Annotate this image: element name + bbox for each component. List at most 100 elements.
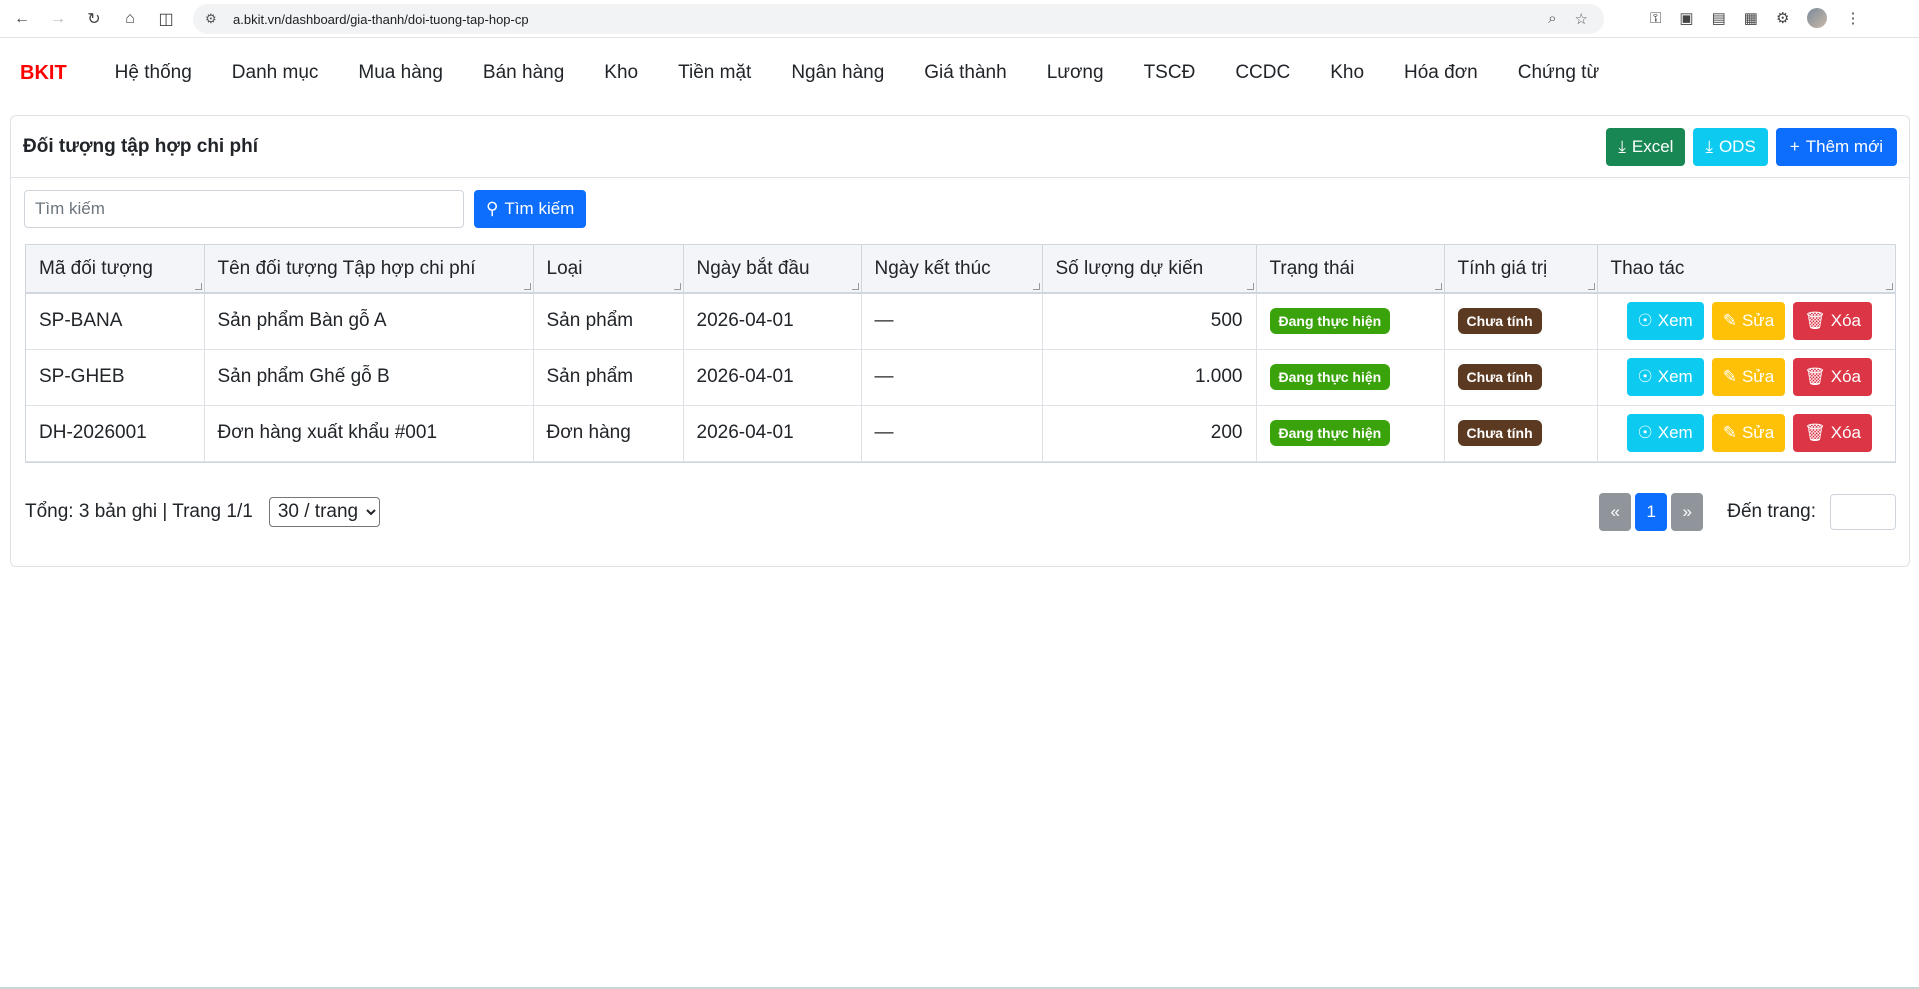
nav-item-kho-2[interactable]: Kho [1330, 62, 1364, 84]
pencil-icon: ✎ [1722, 311, 1737, 331]
brand-logo[interactable]: BKIT [20, 62, 67, 85]
view-button[interactable]: ☉ Xem [1626, 358, 1704, 396]
home-icon[interactable]: ⌂ [116, 5, 144, 33]
col-header-name[interactable]: Tên đối tượng Tập hợp chi phí [204, 245, 534, 294]
table-row: SP-GHEB Sản phẩm Ghế gỗ B Sản phẩm 2026-… [26, 349, 1895, 406]
cell-name: Sản phẩm Ghế gỗ B [204, 349, 534, 406]
per-page-select[interactable]: 30 / trang [268, 496, 380, 527]
total-records-text: Tổng: 3 bản ghi | Trang 1/1 [25, 500, 253, 522]
data-table: Mã đối tượng Tên đối tượng Tập hợp chi p… [26, 245, 1895, 462]
view-label: Xem [1657, 311, 1693, 331]
view-label: Xem [1657, 423, 1693, 442]
col-header-calc[interactable]: Tính giá trị [1444, 245, 1598, 294]
nav-item-mua-hang[interactable]: Mua hàng [358, 62, 443, 84]
next-page-button[interactable]: » [1671, 492, 1704, 531]
page-1-button[interactable]: 1 [1635, 492, 1668, 531]
side-panel-icon[interactable]: ▦ [1744, 9, 1758, 27]
edit-label: Sửa [1741, 311, 1775, 331]
cell-status: Đang thực hiện [1256, 293, 1445, 350]
nav-item-gia-thanh[interactable]: Giá thành [924, 62, 1006, 84]
edit-label: Sửa [1741, 367, 1775, 386]
card-icon[interactable]: ▣ [1679, 9, 1693, 27]
trash-icon: 🗑 [1804, 367, 1826, 386]
table-row: SP-BANA Sản phẩm Bàn gỗ A Sản phẩm 2026-… [26, 293, 1895, 350]
eye-icon: ☉ [1637, 367, 1653, 386]
forward-icon[interactable]: → [44, 5, 72, 33]
nav-item-ban-hang[interactable]: Bán hàng [483, 62, 564, 84]
edit-button[interactable]: ✎ Sửa [1711, 302, 1786, 341]
cell-qty: 200 [1042, 405, 1257, 462]
cell-code: DH-2026001 [26, 405, 205, 462]
profile-avatar[interactable] [1807, 8, 1828, 28]
nav-item-luong[interactable]: Lương [1047, 62, 1104, 84]
cell-start: 2026-04-01 [683, 349, 862, 406]
cell-calc: Chưa tính [1444, 405, 1598, 462]
col-header-code[interactable]: Mã đối tượng [26, 245, 205, 294]
nav-item-he-thong[interactable]: Hệ thống [115, 62, 192, 84]
reading-list-icon[interactable]: ▤ [1712, 9, 1726, 27]
cell-code: SP-BANA [26, 293, 205, 350]
nav-item-danh-muc[interactable]: Danh mục [232, 62, 319, 84]
export-ods-button[interactable]: ⤓ ODS [1693, 127, 1768, 166]
delete-button[interactable]: 🗑 Xóa [1793, 414, 1872, 452]
nav-item-ccdc[interactable]: CCDC [1235, 62, 1290, 84]
search-row: ⚲ Tìm kiếm [11, 178, 1909, 228]
cell-type: Đơn hàng [533, 405, 684, 462]
extension-icon[interactable]: ⚙ [1776, 9, 1789, 27]
zoom-icon[interactable]: ⌕ [1548, 10, 1556, 28]
pencil-icon: ✎ [1722, 367, 1737, 386]
status-badge: Đang thực hiện [1269, 364, 1391, 390]
edit-button[interactable]: ✎ Sửa [1711, 414, 1786, 452]
browser-menu-icon[interactable]: ⋮ [1845, 9, 1860, 27]
nav-item-kho[interactable]: Kho [604, 62, 638, 84]
nav-item-ngan-hang[interactable]: Ngân hàng [791, 62, 884, 84]
main-navbar: BKIT Hệ thống Danh mục Mua hàng Bán hàng… [0, 38, 1919, 108]
col-header-start[interactable]: Ngày bắt đầu [683, 245, 862, 294]
cell-qty: 1.000 [1042, 349, 1257, 406]
nav-item-hoa-don[interactable]: Hóa đơn [1404, 62, 1478, 84]
delete-button[interactable]: 🗑 Xóa [1793, 302, 1872, 341]
goto-page-input[interactable] [1830, 493, 1896, 530]
col-header-status[interactable]: Trạng thái [1256, 245, 1445, 294]
page-title: Đối tượng tập hợp chi phí [23, 135, 258, 157]
prev-page-button[interactable]: « [1599, 492, 1632, 531]
view-button[interactable]: ☉ Xem [1626, 302, 1704, 341]
password-key-icon[interactable]: ⚿ [1650, 10, 1661, 27]
col-header-type[interactable]: Loại [533, 245, 684, 294]
nav-item-tien-mat[interactable]: Tiền mặt [678, 62, 751, 84]
delete-label: Xóa [1830, 423, 1861, 442]
data-table-wrapper: Mã đối tượng Tên đối tượng Tập hợp chi p… [25, 244, 1896, 463]
export-ods-label: ODS [1718, 136, 1756, 156]
col-header-end[interactable]: Ngày kết thúc [861, 245, 1043, 294]
edit-label: Sửa [1741, 423, 1775, 442]
search-icon: ⚲ [486, 199, 499, 218]
add-new-label: Thêm mới [1805, 136, 1883, 156]
export-excel-button[interactable]: ⤓ Excel [1606, 127, 1686, 166]
cell-start: 2026-04-01 [683, 405, 862, 462]
col-header-actions[interactable]: Thao tác [1597, 245, 1895, 294]
cell-calc: Chưa tính [1444, 349, 1598, 406]
url-text[interactable]: a.bkit.vn/dashboard/gia-thanh/doi-tuong-… [233, 12, 529, 27]
eye-icon: ☉ [1637, 423, 1653, 442]
delete-button[interactable]: 🗑 Xóa [1793, 358, 1872, 396]
cell-qty: 500 [1042, 293, 1257, 350]
back-icon[interactable]: ← [8, 5, 36, 33]
nav-item-tscd[interactable]: TSCĐ [1144, 62, 1196, 84]
edit-button[interactable]: ✎ Sửa [1711, 358, 1786, 396]
delete-label: Xóa [1830, 311, 1861, 331]
col-header-qty[interactable]: Số lượng dự kiến [1042, 245, 1257, 294]
nav-item-chung-tu[interactable]: Chứng từ [1518, 62, 1599, 84]
reading-mode-icon[interactable]: ◫ [152, 5, 180, 33]
bookmark-star-icon[interactable]: ☆ [1575, 10, 1588, 28]
view-button[interactable]: ☉ Xem [1626, 414, 1704, 452]
add-new-button[interactable]: + Thêm mới [1775, 127, 1897, 166]
calc-badge: Chưa tính [1457, 364, 1542, 390]
site-info-icon[interactable]: ⚙ [205, 11, 221, 27]
status-badge: Đang thực hiện [1269, 420, 1391, 446]
pagination: « 1 » Đến trang: [1599, 492, 1896, 531]
search-input[interactable] [24, 190, 464, 228]
search-button[interactable]: ⚲ Tìm kiếm [474, 190, 587, 228]
address-bar[interactable]: ⚙ a.bkit.vn/dashboard/gia-thanh/doi-tuon… [193, 4, 1604, 34]
table-header-row: Mã đối tượng Tên đối tượng Tập hợp chi p… [26, 245, 1895, 294]
reload-icon[interactable]: ↻ [80, 5, 108, 33]
